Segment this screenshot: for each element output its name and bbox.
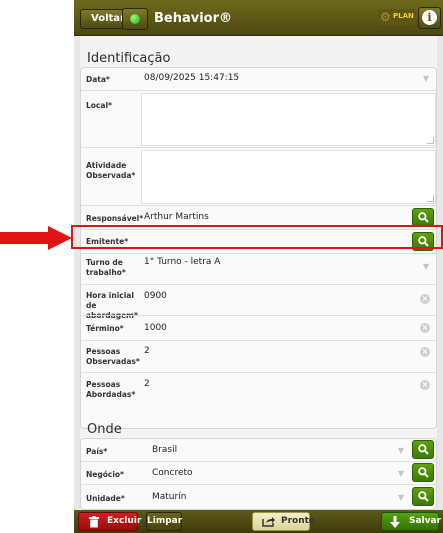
field-value[interactable]: Brasil bbox=[152, 445, 177, 455]
search-icon bbox=[418, 444, 429, 455]
field-label: Unidade* bbox=[86, 494, 125, 503]
field-value[interactable]: 2 bbox=[144, 379, 150, 389]
plan-logo: ⚙ PLAN bbox=[378, 9, 416, 25]
field-label: Local* bbox=[86, 101, 112, 110]
field-label: Pessoas Abordadas* bbox=[86, 380, 136, 399]
chevron-down-icon: ▼ bbox=[397, 469, 404, 478]
field-value[interactable]: Arthur Martins bbox=[144, 212, 209, 222]
field-pessoas-abordadas: Pessoas Abordadas* 2 × bbox=[81, 372, 436, 404]
form-content: Identificação Data* 08/09/2025 15:47:15 … bbox=[80, 36, 437, 510]
ready-label: Pronto bbox=[281, 516, 316, 526]
local-textarea[interactable] bbox=[141, 93, 436, 146]
field-pais: País* Brasil ▼ bbox=[81, 439, 436, 461]
search-icon bbox=[418, 467, 429, 478]
field-value[interactable]: Maturín bbox=[152, 492, 186, 502]
onde-form: País* Brasil ▼ Negócio* Concreto ▼ Unida… bbox=[80, 438, 437, 510]
field-value[interactable]: Concreto bbox=[152, 468, 193, 478]
atividade-textarea[interactable] bbox=[141, 150, 436, 204]
delete-button[interactable]: Excluir bbox=[78, 512, 142, 531]
info-button[interactable]: i bbox=[418, 7, 441, 29]
status-button[interactable] bbox=[122, 8, 148, 30]
clear-icon[interactable]: × bbox=[420, 294, 430, 304]
clear-button[interactable]: Limpar bbox=[146, 512, 182, 531]
plan-logo-text: PLAN bbox=[393, 12, 414, 20]
app-window: Voltar Behavior® ⚙ PLAN i Identificação … bbox=[74, 0, 443, 533]
section-title-identificacao: Identificação bbox=[87, 51, 171, 66]
top-bar: Voltar Behavior® ⚙ PLAN i bbox=[74, 0, 443, 36]
field-label: Responsável* bbox=[86, 214, 144, 223]
chevron-down-icon: ▼ bbox=[397, 493, 404, 502]
arrow-down-icon bbox=[390, 516, 400, 528]
annotation-arrow-icon bbox=[0, 226, 72, 250]
field-label: Negócio* bbox=[86, 470, 124, 479]
field-termino: Término* 1000 × bbox=[81, 315, 436, 340]
field-atividade: Atividade Observada* bbox=[81, 147, 436, 205]
field-label: Data* bbox=[86, 75, 110, 84]
search-button[interactable] bbox=[412, 440, 434, 459]
field-label: Atividade Observada* bbox=[86, 161, 136, 180]
field-value[interactable]: 0900 bbox=[144, 291, 167, 301]
search-icon bbox=[418, 491, 429, 502]
chevron-down-icon: ▼ bbox=[422, 74, 429, 83]
field-pessoas-observadas: Pessoas Observadas* 2 × bbox=[81, 340, 436, 372]
chevron-down-icon: ▼ bbox=[422, 262, 429, 271]
field-label: País* bbox=[86, 447, 108, 456]
annotation-highlight-box bbox=[71, 225, 443, 249]
field-value[interactable]: 1000 bbox=[144, 323, 167, 333]
trash-icon bbox=[89, 516, 99, 528]
save-label: Salvar bbox=[409, 516, 442, 526]
gear-icon: ⚙ bbox=[380, 10, 391, 24]
delete-label: Excluir bbox=[107, 516, 142, 526]
field-negocio: Negócio* Concreto ▼ bbox=[81, 461, 436, 484]
save-button[interactable]: Salvar bbox=[381, 512, 442, 531]
field-data[interactable]: Data* 08/09/2025 15:47:15 ▼ bbox=[81, 68, 436, 90]
field-label: Turno de trabalho* bbox=[86, 258, 126, 277]
field-turno[interactable]: Turno de trabalho* 1° Turno - letra A ▼ bbox=[81, 253, 436, 284]
section-title-onde: Onde bbox=[87, 422, 122, 437]
search-icon bbox=[418, 212, 429, 223]
chevron-down-icon: ▼ bbox=[397, 446, 404, 455]
app-title: Behavior® bbox=[154, 11, 233, 26]
field-value[interactable]: 1° Turno - letra A bbox=[144, 257, 220, 267]
clear-icon[interactable]: × bbox=[420, 323, 430, 333]
footer-toolbar: Excluir Limpar Pronto Salvar bbox=[74, 510, 443, 533]
search-button[interactable] bbox=[412, 463, 434, 482]
field-hora-inicial: Hora inicial de abordagem* 0900 × bbox=[81, 284, 436, 320]
info-icon: i bbox=[422, 10, 437, 25]
field-label: Pessoas Observadas* bbox=[86, 347, 140, 366]
search-button[interactable] bbox=[412, 487, 434, 506]
status-indicator-icon bbox=[130, 14, 140, 24]
field-value[interactable]: 08/09/2025 15:47:15 bbox=[144, 73, 239, 83]
field-value[interactable]: 2 bbox=[144, 346, 150, 356]
field-local: Local* bbox=[81, 90, 436, 147]
clear-icon[interactable]: × bbox=[420, 380, 430, 390]
share-icon bbox=[262, 517, 275, 527]
field-label: Término* bbox=[86, 324, 124, 333]
clear-icon[interactable]: × bbox=[420, 347, 430, 357]
field-unidade: Unidade* Maturín ▼ bbox=[81, 484, 436, 510]
ready-button[interactable]: Pronto bbox=[252, 512, 315, 531]
